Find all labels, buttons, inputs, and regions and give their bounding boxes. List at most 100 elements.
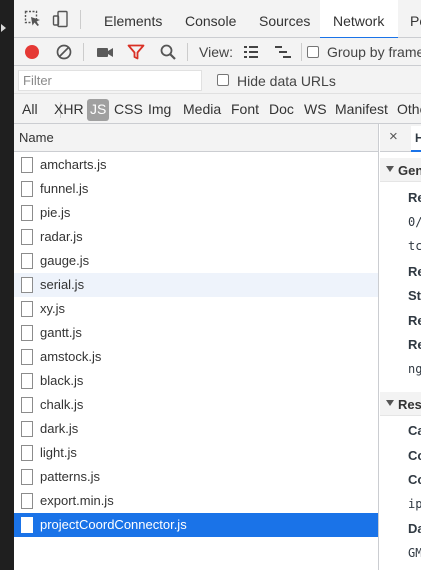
request-row[interactable]: patterns.js bbox=[14, 465, 378, 489]
request-row[interactable]: pie.js bbox=[14, 201, 378, 225]
request-name: funnel.js bbox=[40, 181, 89, 196]
tab-headers[interactable]: H bbox=[411, 126, 421, 152]
type-filter-img[interactable]: Img bbox=[148, 101, 171, 119]
clear-icon[interactable] bbox=[55, 43, 73, 61]
file-icon bbox=[21, 469, 33, 485]
response-headers-section-header[interactable]: Res bbox=[380, 392, 421, 416]
header-key: St bbox=[408, 288, 421, 303]
type-filter-manifest[interactable]: Manifest bbox=[335, 101, 388, 119]
filter-icon[interactable] bbox=[127, 43, 145, 61]
record-icon[interactable] bbox=[23, 43, 41, 61]
type-filter-media[interactable]: Media bbox=[183, 101, 221, 119]
request-name: black.js bbox=[40, 373, 84, 388]
file-icon bbox=[21, 205, 33, 221]
file-icon bbox=[21, 397, 33, 413]
request-row[interactable]: gantt.js bbox=[14, 321, 378, 345]
screenshot-capture-icon[interactable] bbox=[96, 43, 114, 61]
header-value: ip bbox=[408, 496, 421, 511]
file-icon bbox=[21, 421, 33, 437]
tab-elements[interactable]: Elements bbox=[104, 0, 162, 38]
view-label: View: bbox=[199, 44, 233, 60]
type-filter-other[interactable]: Othe bbox=[397, 101, 421, 119]
request-name: pie.js bbox=[40, 205, 71, 220]
request-row[interactable]: amstock.js bbox=[14, 345, 378, 369]
request-row[interactable]: amcharts.js bbox=[14, 153, 378, 177]
request-row[interactable]: projectCoordConnector.js bbox=[14, 513, 378, 537]
collapse-caret-icon bbox=[1, 24, 6, 32]
requests-list: amcharts.js funnel.js pie.js radar.js gauge.… bbox=[14, 152, 379, 570]
toolbar-divider bbox=[301, 43, 302, 61]
request-name: amcharts.js bbox=[40, 157, 107, 172]
request-name: dark.js bbox=[40, 421, 79, 436]
tab-performance[interactable]: Pe bbox=[410, 0, 421, 38]
file-icon bbox=[21, 181, 33, 197]
large-rows-icon[interactable] bbox=[242, 43, 260, 61]
request-row[interactable]: export.min.js bbox=[14, 489, 378, 513]
request-details-panel: × H Gen Re 0/tc Re St Re Re ng Res Ca Co Co ip Da G… bbox=[380, 124, 421, 570]
toolbar-divider bbox=[83, 43, 84, 61]
request-name: chalk.js bbox=[40, 397, 84, 412]
tab-network[interactable]: Network bbox=[320, 0, 399, 39]
devtools-panel: Elements Console Sources Network Pe View… bbox=[14, 0, 421, 570]
header-key: Re bbox=[408, 263, 421, 279]
response-headers-section-label: Res bbox=[398, 397, 421, 412]
device-toolbar-icon[interactable] bbox=[52, 10, 70, 28]
hide-data-urls-checkbox[interactable] bbox=[217, 74, 229, 86]
request-row[interactable]: black.js bbox=[14, 369, 378, 393]
request-row[interactable]: light.js bbox=[14, 441, 378, 465]
devtools-tabbar: Elements Console Sources Network Pe bbox=[14, 0, 421, 39]
header-key: Co bbox=[408, 447, 421, 463]
page-edge-strip bbox=[0, 0, 14, 570]
request-name: export.min.js bbox=[40, 493, 114, 508]
type-filter-js[interactable]: JS bbox=[87, 99, 110, 121]
close-details-icon[interactable]: × bbox=[389, 128, 398, 145]
expand-triangle-icon bbox=[386, 400, 394, 406]
file-icon bbox=[21, 493, 33, 509]
general-section-header[interactable]: Gen bbox=[380, 158, 421, 182]
type-filter-ws[interactable]: WS bbox=[304, 101, 327, 119]
requests-column-header[interactable]: Name bbox=[14, 124, 379, 152]
header-key: Co bbox=[408, 472, 421, 487]
file-icon bbox=[21, 157, 33, 173]
tabbar-divider bbox=[80, 10, 81, 29]
inspect-element-icon[interactable] bbox=[24, 10, 42, 28]
request-row[interactable]: funnel.js bbox=[14, 177, 378, 201]
request-row[interactable]: radar.js bbox=[14, 225, 378, 249]
type-filter-css[interactable]: CSS bbox=[114, 101, 143, 119]
waterfall-overview-icon[interactable] bbox=[274, 43, 292, 61]
tab-console[interactable]: Console bbox=[185, 0, 236, 38]
filter-bar: Hide data URLs bbox=[14, 66, 421, 94]
header-value: 0/ bbox=[408, 214, 421, 229]
group-by-frame-label: Group by frame bbox=[327, 44, 421, 60]
request-name: projectCoordConnector.js bbox=[40, 517, 187, 532]
type-filter-xhr[interactable]: XHR bbox=[54, 101, 84, 119]
group-by-frame-checkbox[interactable] bbox=[307, 46, 319, 58]
file-icon bbox=[21, 229, 33, 245]
file-icon bbox=[21, 517, 33, 533]
file-icon bbox=[21, 445, 33, 461]
request-row[interactable]: chalk.js bbox=[14, 393, 378, 417]
type-filter-all[interactable]: All bbox=[22, 101, 38, 119]
name-column-label: Name bbox=[19, 130, 54, 145]
header-key: Re bbox=[408, 312, 421, 328]
request-name: gantt.js bbox=[40, 325, 82, 340]
file-icon bbox=[21, 301, 33, 317]
request-row[interactable]: gauge.js bbox=[14, 249, 378, 273]
type-filter-font[interactable]: Font bbox=[231, 101, 259, 119]
request-row[interactable]: serial.js bbox=[14, 273, 378, 297]
request-row[interactable]: dark.js bbox=[14, 417, 378, 441]
request-row[interactable]: xy.js bbox=[14, 297, 378, 321]
filter-input[interactable] bbox=[18, 70, 202, 91]
expand-triangle-icon bbox=[386, 166, 394, 172]
toolbar-divider bbox=[187, 43, 188, 61]
hide-data-urls-label: Hide data URLs bbox=[237, 73, 336, 89]
request-name: gauge.js bbox=[40, 253, 90, 268]
tab-sources[interactable]: Sources bbox=[259, 0, 310, 38]
type-filter-doc[interactable]: Doc bbox=[269, 101, 294, 119]
search-icon[interactable] bbox=[159, 43, 177, 61]
file-icon bbox=[21, 325, 33, 341]
file-icon bbox=[21, 253, 33, 269]
header-value: tc bbox=[408, 239, 421, 253]
header-key: Ca bbox=[408, 423, 421, 438]
request-name: light.js bbox=[40, 445, 77, 460]
